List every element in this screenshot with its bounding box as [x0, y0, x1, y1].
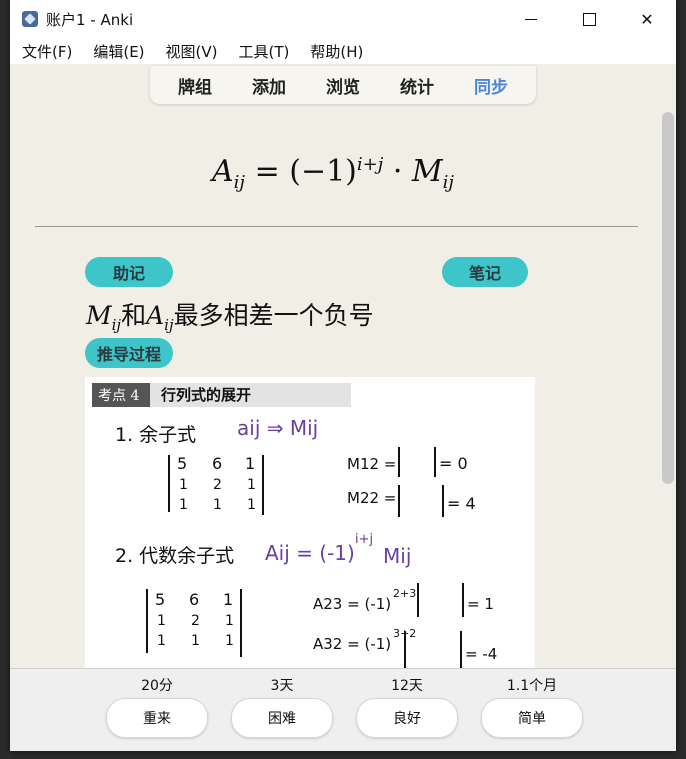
item1-label: 1. 余子式: [115, 424, 196, 446]
matrix2-cell: 6: [189, 590, 199, 609]
a23-exp: 2+3: [393, 587, 416, 600]
m22-value: = 4: [447, 494, 476, 513]
answer-divider: [35, 226, 638, 227]
again-button[interactable]: 重来: [106, 698, 208, 738]
answer-interval: 3天: [270, 678, 294, 694]
matrix1-cell: 1: [247, 477, 256, 493]
derivation-field-label: 推导过程: [85, 338, 173, 368]
window-title: 账户1 - Anki: [46, 10, 134, 29]
nav-sync[interactable]: 同步: [474, 73, 508, 98]
matrix2-cell: 5: [155, 590, 165, 609]
menu-edit[interactable]: 编辑(E): [84, 41, 153, 62]
card-front-formula: Aij = (−1)i+j · Mij: [212, 154, 454, 193]
notes-field-label: 笔记: [442, 257, 528, 287]
answer-bar: 20分 重来 3天 困难 12天 良好 1.1个月 简单: [10, 668, 676, 751]
m12-value: = 0: [439, 454, 468, 473]
answer-easy: 1.1个月 简单: [481, 669, 583, 738]
a32-label: A32 = (-1): [313, 635, 391, 653]
minimize-icon: [525, 18, 537, 20]
m22-label: M22 =: [347, 489, 396, 507]
matrix1-cell: 1: [179, 497, 188, 513]
nav-browse[interactable]: 浏览: [326, 73, 360, 98]
derivation-image: 考点 4 行列式的展开 1. 余子式 aij ⇒ Mij 5 6 1 1 2 1…: [85, 377, 535, 668]
maximize-button[interactable]: [560, 0, 618, 38]
close-button[interactable]: ✕: [618, 0, 676, 38]
matrix2-cell: 1: [191, 633, 200, 649]
hard-button[interactable]: 困难: [231, 698, 333, 738]
top-nav: 牌组 添加 浏览 统计 同步: [150, 66, 536, 104]
answer-interval: 20分: [141, 678, 173, 694]
matrix1-cell: 5: [177, 454, 187, 473]
good-button[interactable]: 良好: [356, 698, 458, 738]
m12-label: M12 =: [347, 455, 396, 473]
matrix2-cell: 1: [225, 633, 234, 649]
a23-value: = 1: [467, 595, 494, 613]
matrix2-cell: 1: [157, 633, 166, 649]
window-controls: ✕: [502, 0, 676, 38]
answer-again: 20分 重来: [106, 669, 208, 738]
matrix2-cell: 1: [225, 613, 234, 629]
item2-formula-exp: i+j: [355, 532, 373, 547]
item1-arrow: aij ⇒ Mij: [237, 416, 318, 440]
matrix1-cell: 1: [179, 477, 188, 493]
handwritten-notes: 考点 4 行列式的展开 1. 余子式 aij ⇒ Mij 5 6 1 1 2 1…: [92, 383, 497, 668]
nav-add[interactable]: 添加: [252, 73, 286, 98]
figure-header-title: 行列式的展开: [160, 386, 251, 404]
menu-file[interactable]: 文件(F): [13, 41, 81, 62]
easy-button[interactable]: 简单: [481, 698, 583, 738]
matrix2-cell: 1: [157, 613, 166, 629]
menu-view[interactable]: 视图(V): [157, 41, 227, 62]
figure-header-tag: 考点 4: [98, 388, 139, 404]
answer-hard: 3天 困难: [231, 669, 333, 738]
answer-interval: 1.1个月: [506, 678, 558, 694]
card-content: Aij = (−1)i+j · Mij 助记 笔记 Mij和Aij最多相差一个负…: [10, 104, 662, 668]
matrix1-cell: 6: [212, 454, 222, 473]
item2-formula-tail: Mij: [383, 544, 411, 568]
minimize-button[interactable]: [502, 0, 560, 38]
matrix1-cell: 2: [213, 477, 222, 493]
nav-decks[interactable]: 牌组: [178, 73, 212, 98]
item2-label: 2. 代数余子式: [115, 545, 234, 567]
close-icon: ✕: [640, 9, 654, 29]
menu-bar: 文件(F) 编辑(E) 视图(V) 工具(T) 帮助(H): [10, 38, 676, 64]
anki-logo-icon: [22, 11, 38, 27]
matrix1-cell: 1: [213, 497, 222, 513]
answer-interval: 12天: [391, 678, 423, 694]
anki-window: 账户1 - Anki ✕ 文件(F) 编辑(E) 视图(V) 工具(T) 帮助(…: [10, 0, 676, 751]
nav-stats[interactable]: 统计: [400, 73, 434, 98]
menu-tools[interactable]: 工具(T): [230, 41, 299, 62]
title-bar: 账户1 - Anki ✕: [10, 0, 676, 38]
matrix2-cell: 2: [191, 613, 200, 629]
mnemonic-field-label: 助记: [85, 257, 173, 287]
matrix2-cell: 1: [223, 590, 233, 609]
a23-label: A23 = (-1): [313, 595, 391, 613]
matrix1-cell: 1: [247, 497, 256, 513]
mnemonic-text: Mij和Aij最多相差一个负号: [86, 301, 374, 334]
item2-formula: Aij = (-1): [265, 541, 355, 565]
vertical-scrollbar[interactable]: [662, 112, 674, 484]
matrix1-cell: 1: [245, 454, 255, 473]
answer-good: 12天 良好: [356, 669, 458, 738]
maximize-icon: [582, 12, 596, 26]
menu-help[interactable]: 帮助(H): [301, 41, 372, 62]
a32-value: = -4: [465, 645, 497, 663]
